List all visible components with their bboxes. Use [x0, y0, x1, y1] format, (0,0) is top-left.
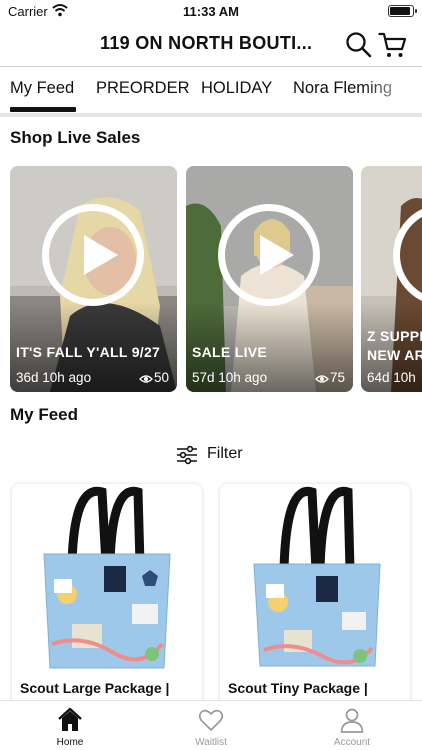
play-button[interactable] — [42, 204, 144, 306]
live-sale-time: 64d 10h — [367, 370, 416, 385]
live-sale-card[interactable]: IT'S FALL Y'ALL 9/27 36d 10h ago 50 — [10, 166, 177, 392]
feed-heading: My Feed — [10, 405, 79, 424]
live-sale-title-line2: NEW AR — [367, 347, 422, 363]
product-card[interactable]: Scout Tiny Package | — [220, 484, 410, 724]
app-header: 119 ON NORTH BOUTI... — [0, 24, 422, 66]
tabs-fade — [362, 67, 422, 113]
tab-preorder[interactable]: PREORDER — [96, 79, 190, 98]
live-sale-time: 57d 10h ago — [192, 370, 268, 385]
live-sale-time: 36d 10h ago — [16, 370, 92, 385]
cart-icon — [378, 32, 407, 57]
play-button[interactable] — [218, 204, 320, 306]
live-sale-title: IT'S FALL Y'ALL 9/27 — [16, 344, 161, 360]
bottom-navigation: Home Waitlist Account — [0, 700, 422, 750]
live-sale-title: Z SUPPLY NEW AR — [367, 327, 422, 365]
live-sale-card[interactable]: Z SUPPLY NEW AR 64d 10h — [361, 166, 422, 392]
search-button[interactable] — [344, 30, 374, 60]
home-icon — [58, 707, 82, 731]
nav-home[interactable]: Home — [20, 701, 120, 750]
active-tab-indicator — [10, 107, 76, 112]
category-tabs: My Feed PREORDER HOLIDAY Nora Fleming — [0, 67, 422, 113]
nav-account[interactable]: Account — [302, 701, 402, 750]
filter-label: Filter — [207, 445, 243, 462]
views-count: 50 — [153, 370, 169, 385]
person-icon — [340, 708, 364, 733]
product-name: Scout Large Package | — [20, 680, 170, 696]
cart-button[interactable] — [378, 30, 408, 60]
live-sale-views: 75 — [315, 370, 345, 385]
eye-icon — [139, 375, 153, 383]
product-image — [253, 486, 381, 667]
tabs-divider — [0, 113, 422, 117]
sliders-icon — [177, 445, 197, 465]
nav-account-label: Account — [333, 737, 371, 748]
live-sale-card[interactable]: SALE LIVE 57d 10h ago 75 — [186, 166, 353, 392]
nav-home-label: Home — [56, 737, 84, 748]
status-bar: Carrier 11:33 AM — [0, 0, 422, 24]
product-card[interactable]: Scout Large Package | — [12, 484, 202, 724]
tab-my-feed[interactable]: My Feed — [10, 79, 74, 98]
search-icon — [346, 32, 372, 58]
nav-waitlist-label: Waitlist — [195, 737, 227, 748]
status-time: 11:33 AM — [183, 4, 239, 19]
views-count: 75 — [329, 370, 345, 385]
live-sale-title: SALE LIVE — [192, 344, 268, 360]
heart-icon — [198, 709, 224, 731]
tab-holiday[interactable]: HOLIDAY — [201, 79, 272, 98]
eye-icon — [315, 375, 329, 383]
product-image — [43, 486, 171, 669]
product-name: Scout Tiny Package | — [228, 680, 368, 696]
live-sale-title-line1: Z SUPPLY — [367, 328, 422, 344]
battery-icon — [388, 5, 417, 17]
live-sales-heading: Shop Live Sales — [10, 128, 141, 147]
live-sales-carousel[interactable]: IT'S FALL Y'ALL 9/27 36d 10h ago 50 SALE… — [10, 166, 422, 392]
live-sale-views: 50 — [139, 370, 169, 385]
nav-waitlist[interactable]: Waitlist — [161, 701, 261, 750]
store-title: 119 ON NORTH BOUTI... — [100, 33, 313, 53]
